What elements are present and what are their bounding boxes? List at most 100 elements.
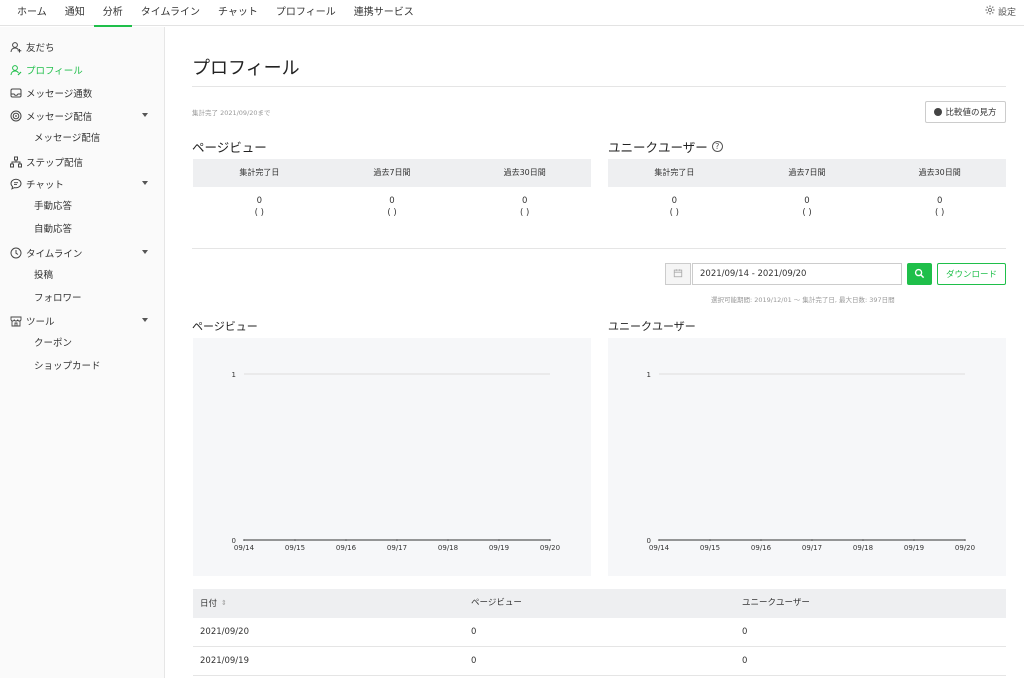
unique-users-chart-svg: 0109/14 09/15 09/16 09/17 09/18 09/19 09/20: [647, 371, 976, 552]
data-point: [658, 539, 660, 541]
sidebar-item-chat[interactable]: チャット: [0, 174, 164, 194]
data-point: [913, 539, 915, 541]
summary-header: 集計完了日 過去7日間 過去30日間: [608, 159, 1006, 187]
x-tick-label: 09/17: [387, 544, 407, 552]
chevron-down-icon[interactable]: [142, 113, 148, 117]
calendar-icon: [673, 268, 683, 281]
data-point: [811, 539, 813, 541]
unique-users-column-header: ユニークユーザー: [742, 598, 810, 608]
summary-values: 0 ( ) 0 ( ) 0 ( ): [193, 187, 591, 219]
unique-users-summary-table: 集計完了日 過去7日間 過去30日間 0 ( ) 0 ( ) 0 ( ): [608, 159, 1006, 219]
tab-home[interactable]: ホーム: [8, 0, 56, 26]
tab-notifications[interactable]: 通知: [56, 0, 94, 26]
tab-integrations[interactable]: 連携サービス: [345, 0, 423, 26]
header-cell: 過去30日間: [503, 168, 546, 177]
sidebar-item-timeline[interactable]: タイムライン: [0, 243, 164, 263]
unique-users-chart-title: ユニークユーザー: [608, 320, 696, 333]
data-point: [294, 539, 296, 541]
x-tick-label: 09/20: [955, 544, 975, 552]
tab-timeline[interactable]: タイムライン: [132, 0, 209, 26]
unique-users-chart: 0 1 09/14 09/15 09/16 09/17 09/18 09/19 09/20: [608, 338, 1006, 576]
sidebar-item-profile[interactable]: プロフィール: [0, 60, 164, 80]
summary-header: 集計完了日 過去7日間 過去30日間: [193, 159, 591, 187]
settings-link[interactable]: 設定: [985, 0, 1016, 26]
sidebar-item-label: プロフィール: [26, 66, 83, 77]
tab-profile[interactable]: プロフィール: [267, 0, 345, 26]
summary-values: 0 ( ) 0 ( ) 0 ( ): [608, 187, 1006, 219]
table-cell: 0: [471, 627, 477, 637]
sidebar-item-tools[interactable]: ツール: [0, 311, 164, 331]
compare-guide-button[interactable]: 比較値の見方: [925, 101, 1006, 123]
tab-chat[interactable]: チャット: [209, 0, 267, 26]
gear-icon: [985, 1, 995, 26]
header-cell: 集計完了日: [239, 168, 280, 177]
info-icon: [934, 108, 943, 116]
sidebar-item-message-count[interactable]: メッセージ通数: [0, 83, 164, 103]
data-point: [345, 539, 347, 541]
data-point: [964, 539, 966, 541]
sidebar-subitem-shop-card[interactable]: ショップカード: [34, 357, 101, 377]
download-button[interactable]: ダウンロード: [937, 263, 1006, 285]
sidebar-subitem-posts[interactable]: 投稿: [34, 266, 53, 286]
sort-icon: ⇕: [221, 599, 227, 607]
sidebar-subitem-coupons[interactable]: クーポン: [34, 334, 72, 354]
sidebar-subitem-followers[interactable]: フォロワー: [34, 289, 82, 309]
pageview-title-text: ページビュー: [192, 140, 267, 155]
pageview-column-header: ページビュー: [471, 598, 522, 608]
help-icon[interactable]: ?: [711, 141, 723, 152]
settings-label: 設定: [997, 7, 1016, 18]
clock-icon: [10, 247, 22, 259]
unique-users-title-text: ユニークユーザー: [608, 140, 708, 155]
stat-value: 0: [521, 196, 528, 206]
divider: [192, 248, 1006, 249]
date-range-input[interactable]: [692, 263, 902, 285]
summary-col: 0 ( ): [873, 195, 1006, 219]
chevron-down-icon[interactable]: [142, 181, 148, 185]
profile-icon: [10, 64, 22, 76]
table-cell: 2021/09/20: [200, 627, 249, 637]
summary-col: 0 ( ): [193, 195, 326, 219]
stat-value: 0: [804, 196, 810, 206]
sidebar-item-step-delivery[interactable]: ステップ配信: [0, 152, 164, 172]
sidebar-item-friends[interactable]: 友だち: [0, 37, 164, 57]
sidebar-subitem-auto-reply[interactable]: 自動応答: [34, 220, 72, 240]
step-icon: [10, 156, 22, 168]
chevron-down-icon[interactable]: [142, 318, 148, 322]
search-button[interactable]: [907, 263, 932, 285]
shop-icon: [10, 315, 22, 327]
chevron-down-icon[interactable]: [142, 250, 148, 254]
table-row: 2021/09/19 0 0: [193, 647, 1006, 676]
data-point: [709, 539, 711, 541]
data-point: [549, 539, 551, 541]
table-header: 日付 ⇕ ページビュー ユニークユーザー: [193, 589, 1006, 618]
x-tick-label: 09/19: [489, 544, 509, 552]
sidebar-subitem-manual-reply[interactable]: 手動応答: [34, 197, 72, 217]
y-tick-label: 1: [232, 371, 236, 379]
tab-analytics[interactable]: 分析: [93, 0, 132, 27]
summary-col: 0 ( ): [326, 195, 459, 219]
column-header-label: 日付: [200, 599, 218, 609]
summary-col: 0 ( ): [608, 195, 741, 219]
x-tick-label: 09/16: [336, 544, 357, 552]
summary-col: 0 ( ): [741, 195, 874, 219]
pageview-chart-title: ページビュー: [192, 320, 258, 333]
calendar-button[interactable]: [665, 263, 691, 285]
data-point: [447, 539, 449, 541]
table-cell: 2021/09/19: [200, 656, 249, 666]
compare-guide-label: 比較値の見方: [945, 108, 997, 118]
sidebar-item-message-delivery[interactable]: メッセージ配信: [0, 106, 164, 126]
stat-value: 0: [936, 196, 943, 206]
sidebar-item-label: タイムライン: [26, 249, 83, 260]
pageview-summary-table: 集計完了日 過去7日間 過去30日間 0 ( ) 0 ( ) 0 ( ): [193, 159, 591, 219]
inbox-icon: [10, 87, 22, 99]
top-tabs: ホーム 通知 分析 タイムライン チャット プロフィール 連携サービス: [8, 0, 423, 27]
x-tick-label: 09/16: [751, 544, 772, 552]
header-cell: 過去7日間: [788, 168, 826, 177]
sidebar-subitem-message-delivery[interactable]: メッセージ配信: [34, 129, 100, 149]
divider: [192, 86, 1006, 87]
chat-icon: [10, 178, 22, 190]
sidebar: 友だち プロフィール メッセージ通数 メッセージ配信 メッセージ配信 ステップ配…: [0, 27, 165, 678]
date-column-header[interactable]: 日付 ⇕: [200, 589, 227, 619]
sidebar-item-label: メッセージ通数: [26, 89, 93, 100]
x-tick-label: 09/18: [438, 544, 458, 552]
